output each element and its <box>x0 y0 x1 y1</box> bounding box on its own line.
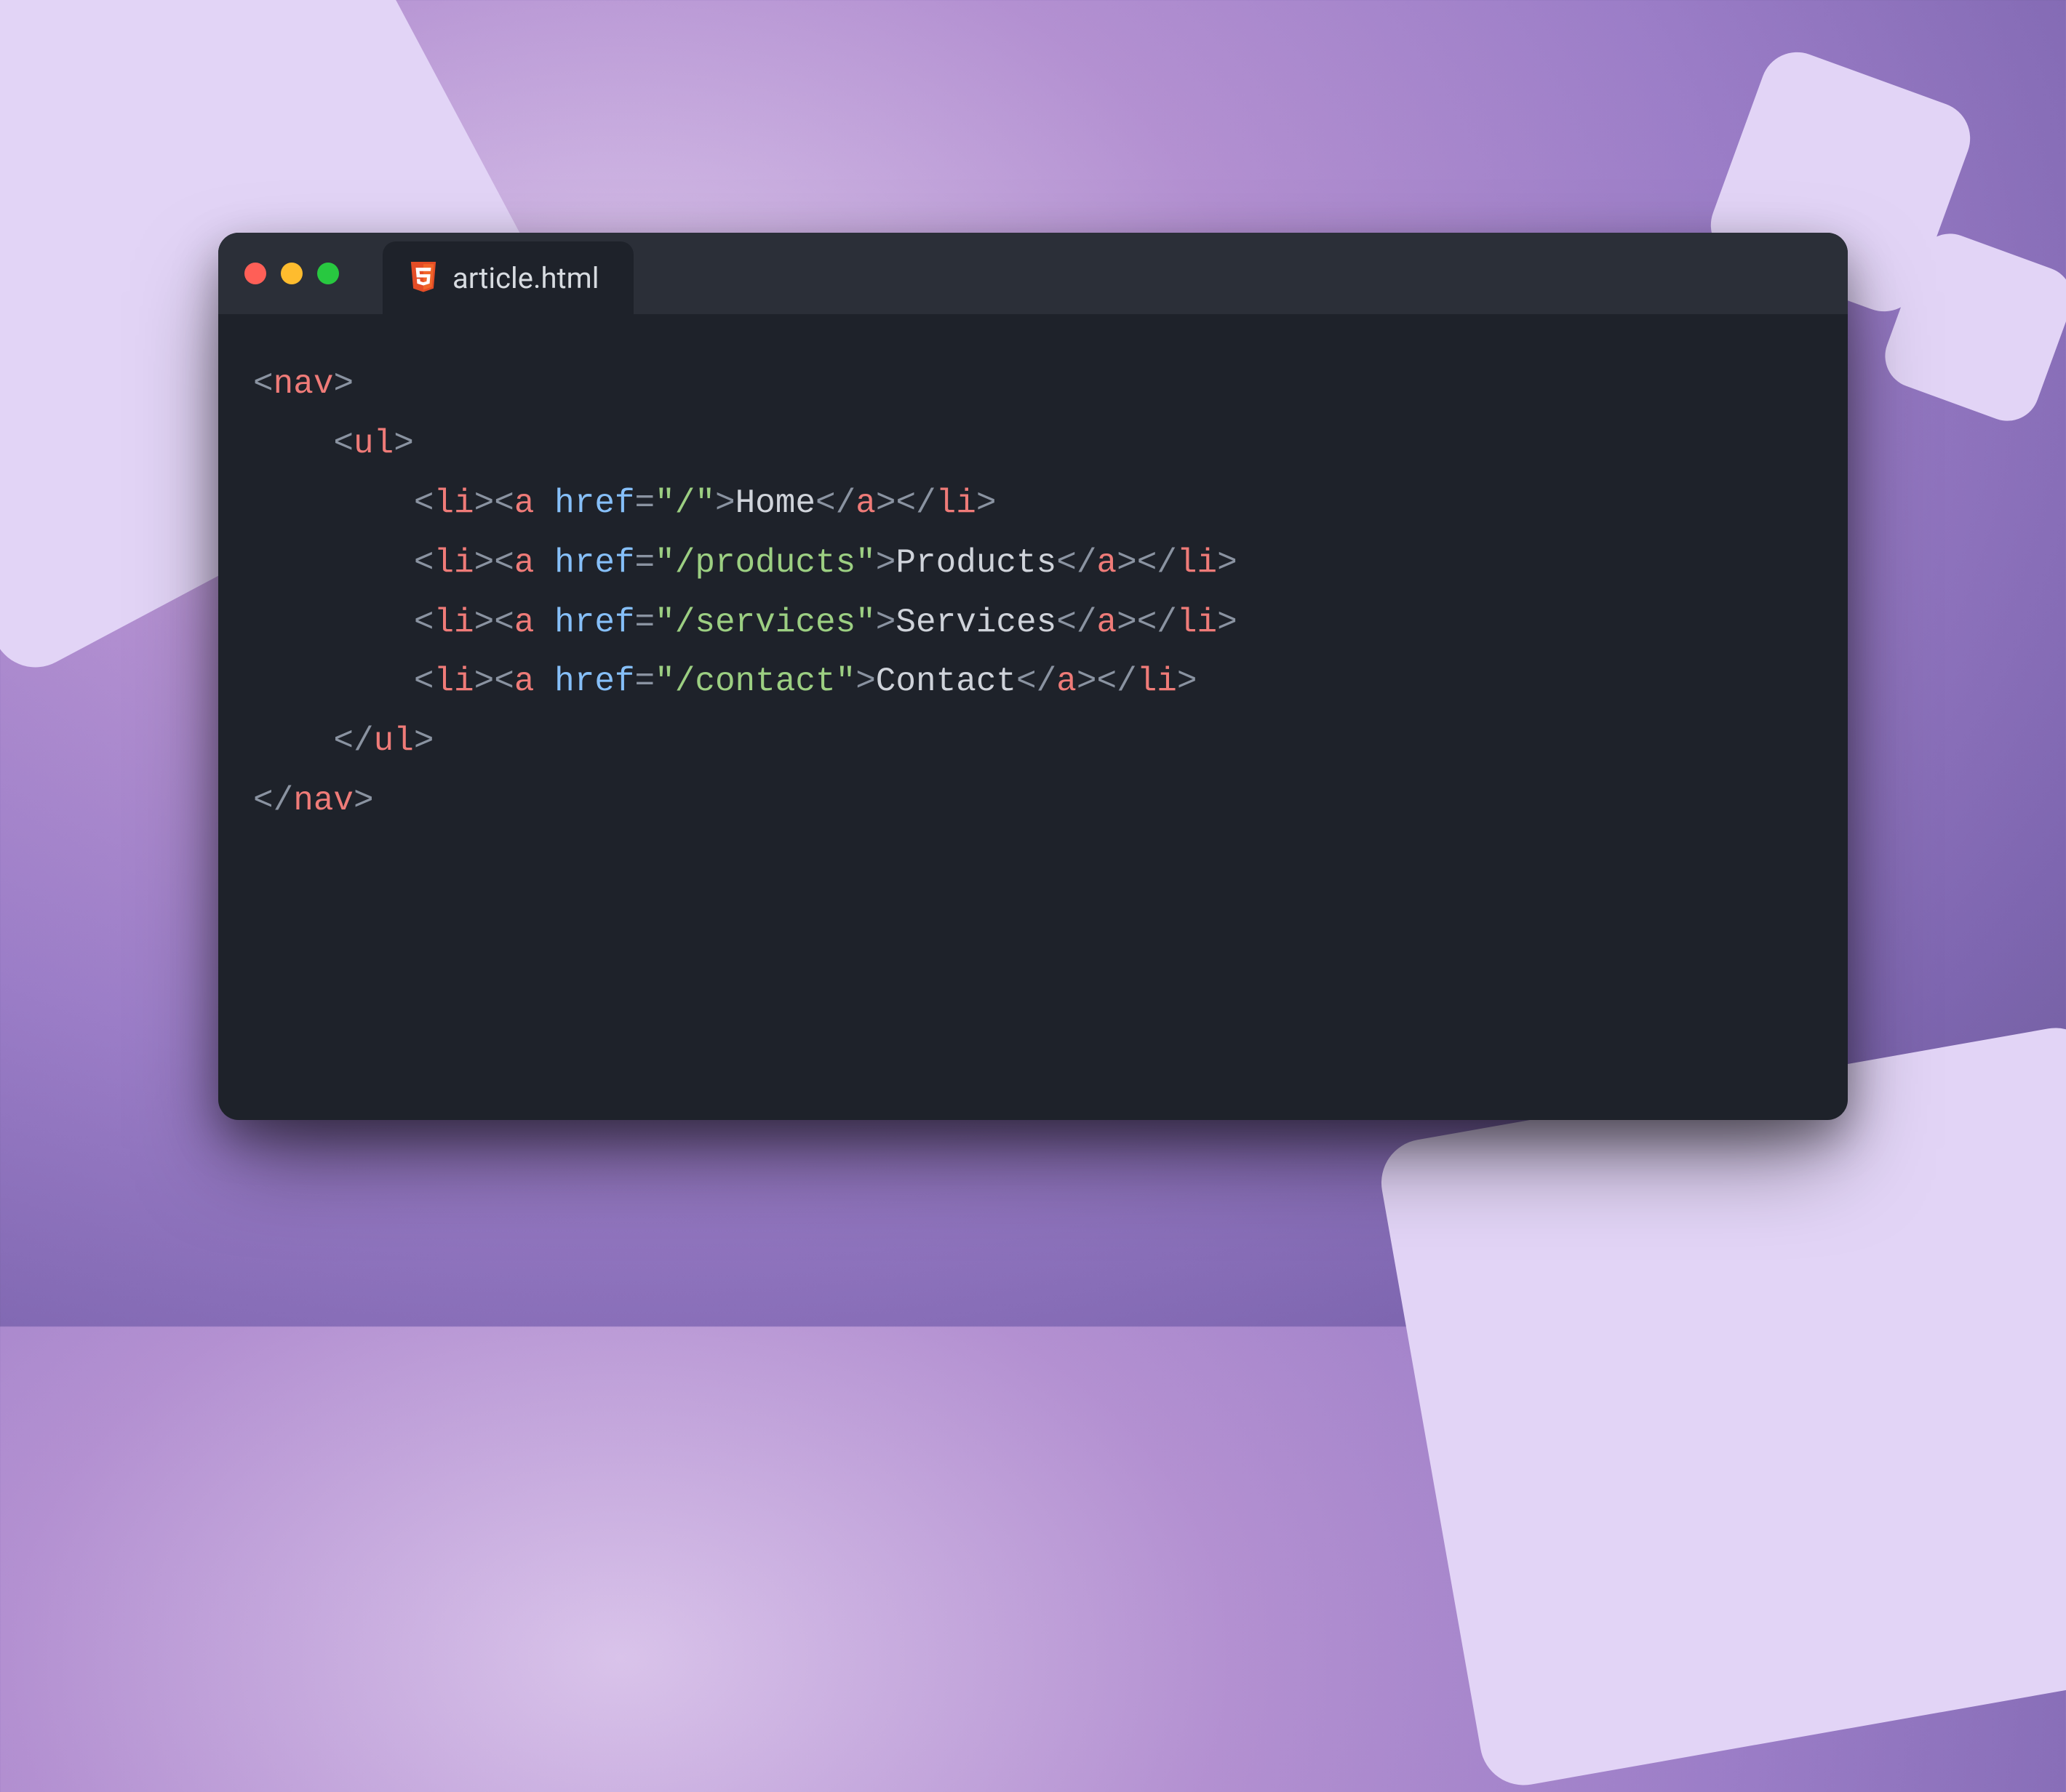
close-window-button[interactable] <box>244 263 266 284</box>
window-controls <box>244 233 383 314</box>
window-titlebar: article.html <box>218 233 1848 314</box>
tab-file-name: article.html <box>452 261 599 295</box>
code-editor[interactable]: <nav> <ul> <li><a href="/">Home</a></li>… <box>218 314 1848 1120</box>
maximize-window-button[interactable] <box>317 263 339 284</box>
minimize-window-button[interactable] <box>281 263 303 284</box>
code-content: <nav> <ul> <li><a href="/">Home</a></li>… <box>253 355 1813 831</box>
background-shape <box>1374 1021 2066 1792</box>
editor-window: article.html <nav> <ul> <li><a href="/">… <box>218 233 1848 1120</box>
html5-icon <box>409 262 438 294</box>
editor-tab[interactable]: article.html <box>383 241 634 314</box>
